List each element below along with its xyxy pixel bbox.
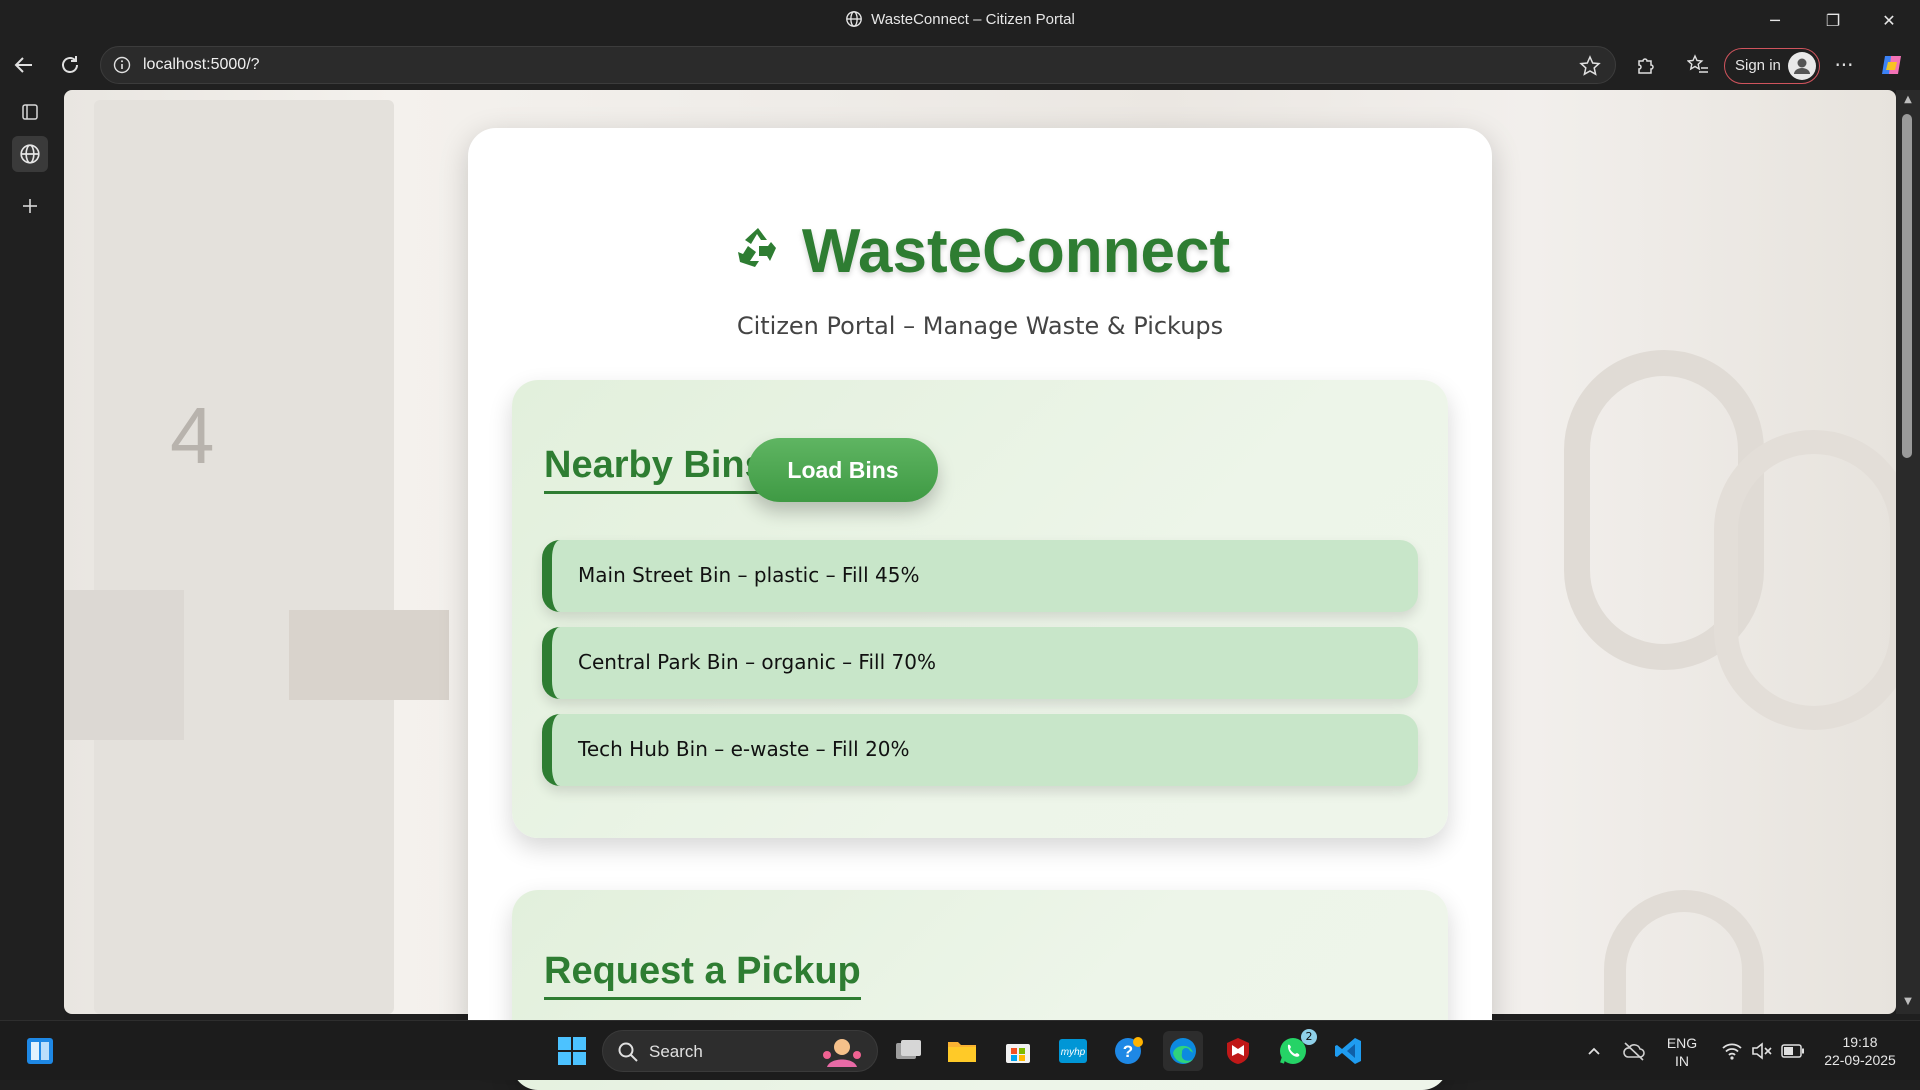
wifi-icon <box>1722 1043 1742 1060</box>
search-icon <box>618 1042 638 1062</box>
address-bar[interactable]: localhost:5000/? <box>100 46 1616 84</box>
task-view-button[interactable] <box>888 1031 928 1071</box>
get-help-button[interactable]: ? <box>1108 1031 1148 1071</box>
mcafee-shield-icon <box>1227 1038 1249 1064</box>
folder-icon <box>948 1042 976 1062</box>
active-tab-button[interactable] <box>12 136 48 172</box>
maximize-button[interactable]: ❐ <box>1810 0 1856 40</box>
quick-settings-button[interactable] <box>1708 1031 1818 1071</box>
clock[interactable]: 19:18 22-09-2025 <box>1810 1033 1910 1069</box>
search-label: Search <box>649 1042 703 1061</box>
start-button[interactable] <box>20 1031 60 1071</box>
scrollbar-thumb[interactable] <box>1902 114 1912 458</box>
window-titlebar: WasteConnect – Citizen Portal ─ ❐ ✕ <box>0 0 1920 40</box>
bin-list-item: Main Street Bin – plastic – Fill 45% <box>542 540 1418 612</box>
extensions-button[interactable] <box>1628 47 1664 83</box>
minimize-button[interactable]: ─ <box>1752 0 1798 40</box>
windows-taskbar: Search myhp ? 2 ENG IN 19:18 22-09-2025 <box>0 1020 1920 1080</box>
url-text[interactable]: localhost:5000/? <box>143 56 260 74</box>
brand-title: WasteConnect <box>468 216 1492 287</box>
refresh-icon <box>62 56 78 73</box>
globe-tab-icon <box>20 144 40 164</box>
bin-item-text: Main Street Bin – plastic – Fill 45% <box>578 563 920 587</box>
page-scrollbar[interactable]: ▲ ▼ <box>1896 90 1920 1014</box>
nearby-bins-section: Nearby Bins Load Bins Main Street Bin – … <box>512 380 1448 838</box>
sign-in-button[interactable]: Sign in <box>1724 48 1820 84</box>
vscode-icon <box>1335 1038 1361 1064</box>
store-icon <box>1006 1044 1030 1063</box>
region-code: IN <box>1675 1053 1689 1069</box>
windows-start-icon <box>558 1037 586 1065</box>
myhp-button[interactable]: myhp <box>1053 1031 1093 1071</box>
info-icon[interactable] <box>113 56 131 74</box>
help-icon: ? <box>1115 1037 1143 1064</box>
task-view-icon <box>896 1040 921 1059</box>
edge-icon <box>1170 1038 1196 1064</box>
brand-name: WasteConnect <box>801 217 1231 286</box>
myhp-icon: myhp <box>1059 1039 1087 1063</box>
file-explorer-button[interactable] <box>942 1031 982 1071</box>
back-arrow-icon <box>14 57 32 73</box>
bin-item-text: Tech Hub Bin – e-waste – Fill 20% <box>578 737 910 761</box>
bin-item-text: Central Park Bin – organic – Fill 70% <box>578 650 936 674</box>
load-bins-button[interactable]: Load Bins <box>748 438 938 502</box>
plus-icon <box>23 199 37 213</box>
browser-side-rail <box>0 90 64 1020</box>
refresh-button[interactable] <box>52 47 88 83</box>
close-button[interactable]: ✕ <box>1866 0 1912 40</box>
vscode-button[interactable] <box>1328 1031 1368 1071</box>
clock-time: 19:18 <box>1842 1034 1878 1050</box>
language-code: ENG <box>1666 1035 1698 1051</box>
browser-toolbar: localhost:5000/? Sign in ··· <box>0 40 1920 90</box>
chevron-up-icon <box>1588 1047 1600 1055</box>
tab-panel-icon <box>22 104 38 120</box>
portal-subtitle: Citizen Portal – Manage Waste & Pickups <box>736 312 1224 340</box>
back-button[interactable] <box>6 47 42 83</box>
mcafee-button[interactable] <box>1218 1031 1258 1071</box>
onedrive-button[interactable] <box>1614 1031 1654 1071</box>
show-hidden-icons-button[interactable] <box>1574 1031 1614 1071</box>
cloud-off-icon <box>1623 1042 1645 1061</box>
window-title: WasteConnect – Citizen Portal <box>0 10 1920 28</box>
start-menu-button[interactable] <box>552 1031 592 1071</box>
recycle-icon <box>737 228 776 267</box>
new-tab-button[interactable] <box>12 188 48 224</box>
taskbar-search-box[interactable]: Search <box>602 1030 878 1072</box>
copilot-button[interactable] <box>1874 47 1910 83</box>
more-menu-button[interactable]: ··· <box>1826 47 1862 83</box>
sign-in-label: Sign in <box>1735 57 1781 74</box>
whatsapp-badge: 2 <box>1301 1029 1317 1045</box>
scroll-down-arrow-icon[interactable]: ▼ <box>1901 996 1915 1010</box>
puzzle-icon <box>1638 58 1654 74</box>
request-pickup-heading: Request a Pickup <box>544 950 861 1000</box>
favorite-star-icon[interactable] <box>1579 55 1601 77</box>
nearby-bins-heading: Nearby Bins <box>544 444 766 494</box>
app-card: WasteConnect Citizen Portal – Manage Was… <box>468 128 1492 1090</box>
copilot-icon <box>1882 56 1901 74</box>
windows-logo-icon <box>27 1038 53 1064</box>
search-highlight-icon <box>823 1039 861 1067</box>
edge-browser-button[interactable] <box>1163 1031 1203 1071</box>
battery-icon <box>1781 1044 1804 1058</box>
window-title-text: WasteConnect – Citizen Portal <box>871 11 1075 28</box>
profile-avatar-icon <box>1788 52 1816 80</box>
whatsapp-button[interactable]: 2 <box>1273 1029 1317 1071</box>
svg-text:?: ? <box>1123 1042 1133 1061</box>
favorites-button[interactable] <box>1680 47 1716 83</box>
speaker-muted-icon <box>1752 1042 1772 1060</box>
favorites-list-icon <box>1687 54 1708 73</box>
svg-text:myhp: myhp <box>1061 1047 1086 1058</box>
clock-date: 22-09-2025 <box>1824 1052 1896 1068</box>
tab-actions-button[interactable] <box>12 94 48 130</box>
scroll-up-arrow-icon[interactable]: ▲ <box>1901 94 1915 108</box>
bin-list-item: Central Park Bin – organic – Fill 70% <box>542 627 1418 699</box>
globe-icon <box>846 11 863 27</box>
microsoft-store-button[interactable] <box>998 1031 1038 1071</box>
language-indicator[interactable]: ENG IN <box>1664 1034 1700 1070</box>
bin-list-item: Tech Hub Bin – e-waste – Fill 20% <box>542 714 1418 786</box>
